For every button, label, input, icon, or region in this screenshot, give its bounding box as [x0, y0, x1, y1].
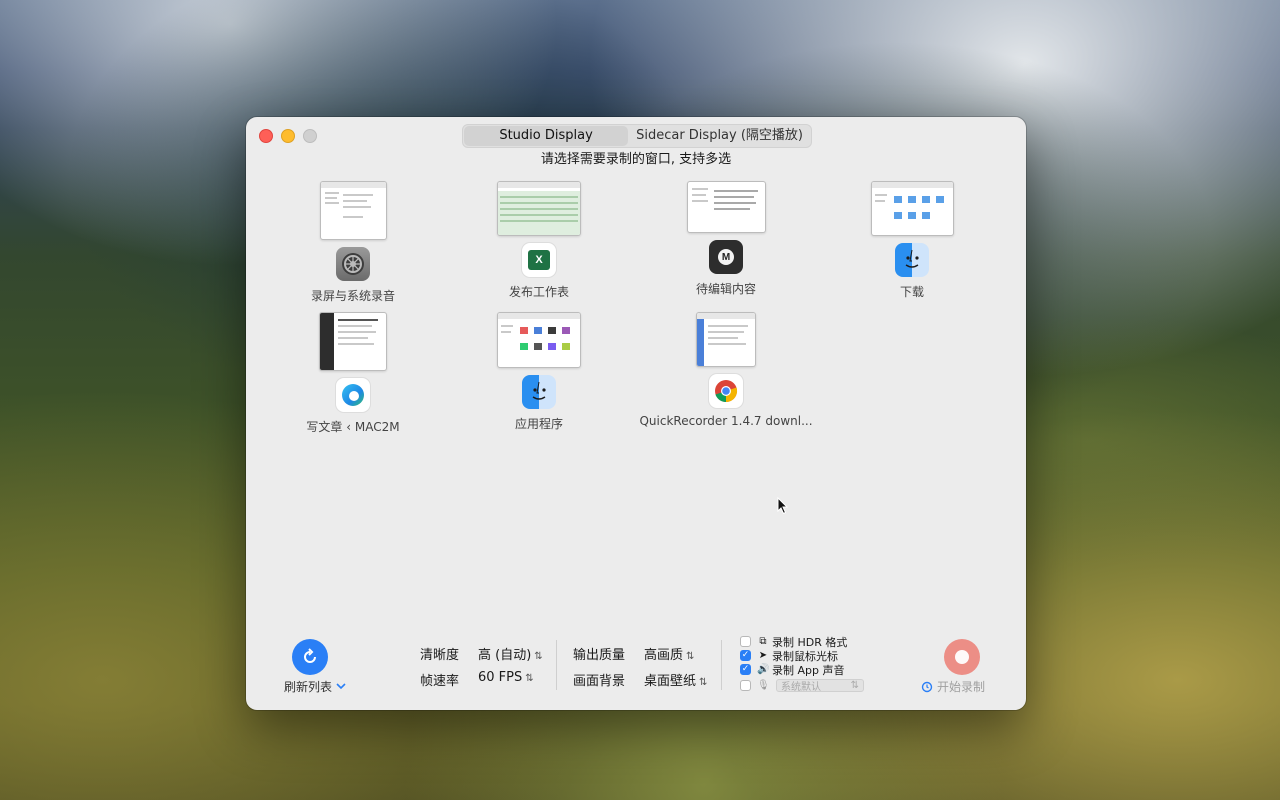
- window-tile-excel[interactable]: X 发布工作表: [439, 181, 639, 300]
- start-record-control[interactable]: 开始录制: [921, 678, 985, 695]
- window-label: 写文章 ‹ MAC2M: [306, 420, 400, 434]
- window-label: 下载: [899, 285, 924, 299]
- window-tile-applications[interactable]: 应用程序: [439, 312, 639, 432]
- chevron-down-icon: [336, 683, 346, 690]
- refresh-button[interactable]: [292, 639, 328, 675]
- window-label: 发布工作表: [508, 285, 569, 299]
- tab-sidecar-display[interactable]: Sidecar Display (隔空播放): [628, 126, 811, 146]
- window-thumbnail: [686, 181, 766, 233]
- refresh-list-control[interactable]: 刷新列表: [284, 678, 346, 695]
- window-thumbnail: [319, 312, 387, 371]
- window-label: QuickRecorder 1.4.7 downl...: [639, 414, 813, 428]
- timer-icon: [921, 681, 933, 692]
- updown-chevron-icon: ⇅: [534, 651, 543, 662]
- divider: [556, 640, 557, 690]
- record-icon: [955, 650, 969, 664]
- tab-studio-display[interactable]: Studio Display: [464, 126, 629, 146]
- chrome-icon: [709, 374, 743, 408]
- updown-chevron-icon: ⇅: [850, 680, 859, 691]
- mic-device-select[interactable]: 系统默认 ⇅: [776, 679, 864, 693]
- window-thumbnail: [870, 181, 954, 236]
- app-audio-checkbox[interactable]: ✓: [740, 664, 751, 675]
- updown-chevron-icon: ⇅: [699, 677, 708, 688]
- hdr-icon: ⧉: [759, 636, 767, 647]
- background-label: 画面背景: [573, 674, 626, 689]
- start-record-button[interactable]: [944, 639, 980, 675]
- window-tile-chrome[interactable]: QuickRecorder 1.4.7 downl...: [626, 312, 826, 428]
- cursor-icon: ➤: [758, 650, 768, 661]
- mouse-pointer-icon: [777, 497, 789, 515]
- start-record-label: 开始录制: [937, 680, 986, 694]
- instruction-text: 请选择需要录制的窗口, 支持多选: [540, 152, 732, 167]
- speaker-icon: 🔊: [757, 664, 770, 675]
- window-thumbnail: [319, 181, 387, 240]
- cursor-checkbox[interactable]: ✓: [740, 650, 751, 661]
- divider: [721, 640, 722, 690]
- finder-icon: [522, 375, 556, 409]
- excel-icon: X: [522, 243, 556, 277]
- refresh-icon: [304, 648, 316, 663]
- background-select[interactable]: 桌面壁纸 ⇅: [644, 670, 707, 689]
- updown-chevron-icon: ⇅: [525, 673, 534, 684]
- window-thumbnail: [497, 181, 581, 236]
- quality-select[interactable]: 高画质 ⇅: [644, 644, 694, 663]
- finder-icon: [895, 243, 929, 277]
- option-app-audio[interactable]: ✓ 🔊 录制 App 声音: [740, 663, 844, 677]
- window-label: 待编辑内容: [695, 282, 756, 296]
- window-tile-downloads[interactable]: 下载: [812, 181, 1012, 300]
- clarity-select[interactable]: 高 (自动) ⇅: [478, 644, 543, 663]
- mic-checkbox[interactable]: [740, 680, 751, 691]
- close-window-button[interactable]: [259, 129, 273, 143]
- display-segmented-control: Studio Display Sidecar Display (隔空播放): [462, 124, 812, 148]
- window-label: 录屏与系统录音: [310, 289, 395, 303]
- window-thumbnail: [497, 312, 581, 368]
- fps-label: 帧速率: [420, 674, 460, 689]
- option-microphone[interactable]: 🎙 系统默认 ⇅: [740, 679, 864, 693]
- microphone-icon: 🎙: [757, 680, 770, 691]
- refresh-list-label: 刷新列表: [284, 680, 333, 694]
- window-tile-editor[interactable]: M 待编辑内容: [626, 181, 826, 297]
- markdown-editor-icon: M: [709, 240, 743, 274]
- window-tile-edge[interactable]: 写文章 ‹ MAC2M: [253, 312, 453, 435]
- maximize-window-button[interactable]: [303, 129, 317, 143]
- quality-label: 输出质量: [573, 648, 626, 663]
- system-settings-icon: [336, 247, 370, 281]
- fps-select[interactable]: 60 FPS ⇅: [478, 670, 534, 685]
- option-cursor[interactable]: ✓ ➤ 录制鼠标光标: [740, 649, 838, 663]
- window-controls: [259, 129, 317, 143]
- app-window: Studio Display Sidecar Display (隔空播放) 请选…: [246, 117, 1026, 710]
- window-tile-system-settings[interactable]: 录屏与系统录音: [253, 181, 453, 304]
- clarity-label: 清晰度: [420, 648, 460, 663]
- edge-icon: [336, 378, 370, 412]
- window-thumbnail: [696, 312, 756, 367]
- minimize-window-button[interactable]: [281, 129, 295, 143]
- updown-chevron-icon: ⇅: [686, 651, 695, 662]
- option-hdr[interactable]: ⧉ 录制 HDR 格式: [740, 635, 847, 649]
- hdr-checkbox[interactable]: [740, 636, 751, 647]
- bottom-toolbar: 刷新列表 清晰度 高 (自动) ⇅ 帧速率 60 FPS ⇅ 输出质量 高画质 ⇅ 画…: [246, 632, 1026, 710]
- window-label: 应用程序: [514, 417, 563, 431]
